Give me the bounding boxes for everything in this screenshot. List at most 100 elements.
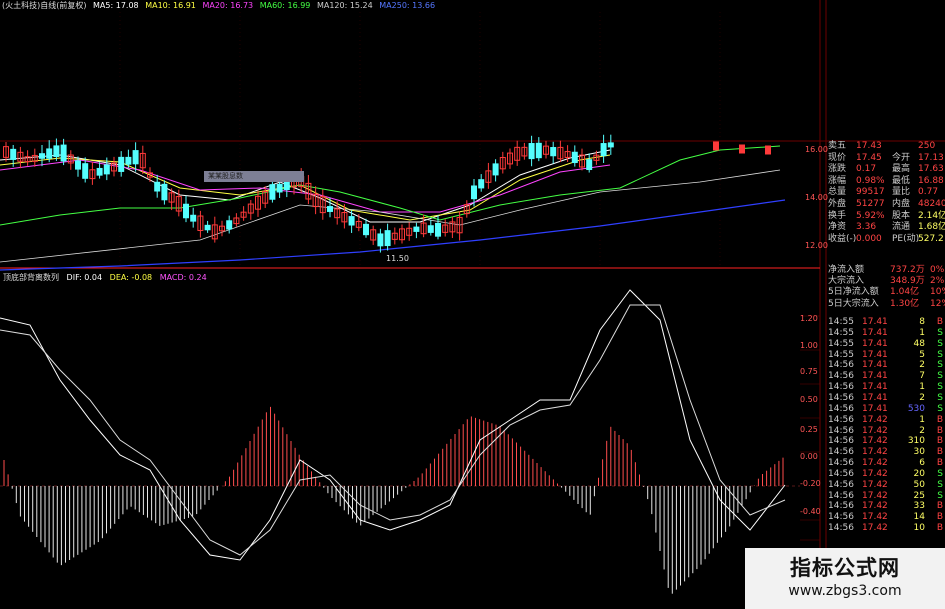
candlestick[interactable] [514,140,521,166]
dea-line [0,304,786,556]
trade-row: 14:56 17.42 2 B [826,426,945,437]
candlestick[interactable] [478,174,485,192]
candlestick[interactable] [96,162,103,179]
candlestick[interactable] [586,153,593,173]
trade-time: 14:56 [828,468,854,479]
macd-histogram [3,406,784,594]
candlestick[interactable] [607,134,614,155]
trade-time: 14:55 [828,327,854,338]
candlestick[interactable] [557,140,564,163]
trade-volume: 2 [919,360,925,371]
macd-axis-label: 0.00 [800,452,818,461]
trade-volume: 50 [913,479,925,490]
watermark-title: 指标公式网 [790,556,900,580]
candlestick[interactable] [118,151,125,177]
candlestick[interactable] [739,144,745,154]
candlestick[interactable] [111,156,117,177]
candlestick[interactable] [377,228,384,253]
candlestick[interactable] [442,219,449,237]
candlestick[interactable] [204,220,211,233]
ma-label-5: MA5: 17.08 [93,1,139,10]
candlestick[interactable] [161,180,168,205]
candlestick[interactable] [211,216,218,243]
trade-price: 17.42 [862,436,888,447]
trade-volume: 2 [919,392,925,403]
candlestick[interactable] [219,220,225,237]
candlestick[interactable] [312,186,319,215]
trade-side: S [937,392,943,403]
trade-side: B [936,414,943,425]
candlestick[interactable] [154,174,161,198]
candlestick[interactable] [485,162,492,189]
candlestick[interactable] [449,216,456,238]
candlestick[interactable] [233,213,240,227]
quote-row: 卖五 17.43 250 [826,141,945,152]
candlestick[interactable] [132,142,139,172]
candlestick[interactable] [240,206,247,221]
candlestick[interactable] [355,214,362,232]
trade-volume: 48 [913,338,925,349]
trade-side: S [937,490,943,501]
trade-time: 14:56 [828,403,854,414]
candlestick[interactable] [463,200,470,218]
trade-side: S [937,371,943,382]
candlestick[interactable] [713,141,719,151]
candlestick[interactable] [391,227,398,245]
ma-label-120: MA120: 15.24 [316,1,373,10]
candlestick[interactable] [67,150,74,170]
candlestick[interactable] [89,161,96,185]
candlestick[interactable] [550,141,557,164]
macd-indicator-name: 顶底部背离数列 [3,273,59,282]
candlestick[interactable] [507,148,513,169]
candlestick[interactable] [406,222,413,241]
trade-volume: 1 [919,414,925,425]
candlestick[interactable] [60,138,67,166]
quote-value: 0.98% [856,175,885,186]
candlestick[interactable] [197,210,204,238]
trade-volume: 5 [919,349,925,360]
candlestick[interactable] [17,146,24,169]
candlestick[interactable] [370,225,377,245]
candlestick[interactable] [571,145,578,167]
trade-side: S [937,403,943,414]
candlestick[interactable] [600,134,607,163]
candlestick[interactable] [226,215,233,234]
candlestick[interactable] [183,195,189,223]
ma120-line [0,169,781,263]
trade-volume: 20 [913,468,925,479]
quote-label: 净资 [828,222,847,233]
quote-value-2: 0.77 [918,187,939,198]
candlestick[interactable] [39,145,45,167]
price-axis-label: 14.00 [805,193,828,202]
candlestick[interactable] [543,140,549,159]
grid-layer [0,0,945,609]
trade-time: 14:56 [828,490,854,501]
candlestick[interactable] [3,142,9,162]
flow-row: 5日净流入额 1.04亿 10% [826,287,945,298]
price-callout: 某某股息数 [204,171,304,182]
candlestick[interactable] [262,186,269,208]
trade-volume: 33 [913,501,925,512]
candlestick[interactable] [319,189,326,220]
candlestick[interactable] [765,145,771,155]
candlestick[interactable] [528,135,535,167]
candlestick[interactable] [492,159,499,182]
macd-legend: 顶底部背离数列 DIF: 0.04 DEA: -0.08 MACD: 0.24 [3,272,212,283]
trade-price: 17.42 [862,414,888,425]
candlestick[interactable] [363,218,369,238]
ma-label-10: MA10: 16.91 [145,1,196,10]
candlesticks[interactable] [3,134,771,253]
candlestick[interactable] [139,145,146,174]
trade-side: S [937,360,943,371]
chart-canvas[interactable]: 16.00 14.00 12.00 1.20 1.00 0.75 0.50 0.25 0.00 -… [0,0,945,609]
candlestick[interactable] [190,207,197,228]
candlestick[interactable] [413,222,420,239]
candlestick[interactable] [499,151,506,174]
candlestick[interactable] [399,224,405,244]
candlestick[interactable] [384,223,391,251]
candlestick[interactable] [427,219,434,236]
trade-side: S [937,382,943,393]
candlestick[interactable] [53,138,60,161]
candlestick[interactable] [247,200,254,220]
candlestick[interactable] [521,142,528,160]
